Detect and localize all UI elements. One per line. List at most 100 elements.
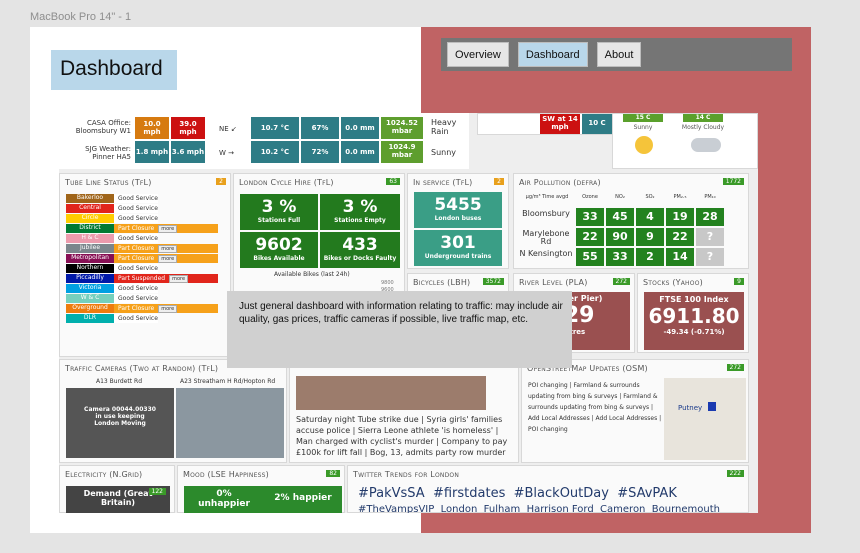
buses: 5455 London buses [414,192,502,228]
air-reading: 9 [636,228,664,246]
nav-dashboard-button[interactable]: Dashboard [517,42,588,67]
tube-line-status-cell: Part Closure more [114,224,218,233]
forecast-temp-1: 15 C [623,114,663,122]
tube-line-name: W & C [66,294,114,303]
weather-place-1: CASA Office: Bloomsbury W1 [75,119,131,135]
tag-7[interactable]: Fulham [484,504,521,513]
annotation-note: Just general dashboard with information … [227,291,572,368]
wind-panel: SW at 14 mph 10 C [477,113,612,135]
service-title: In service (TfL) [413,178,473,187]
map-marker-icon [708,402,716,411]
tube-line-status-cell: Good Service [114,294,158,303]
cam-1-image: Camera 00044.00330 in use keeping London… [66,388,174,458]
humidity-1: 67% [301,117,339,139]
air-reading: 22 [576,228,604,246]
pressure-1: 1024.52 mbar [381,117,423,139]
stocks-name: FTSE 100 Index [659,295,729,304]
stocks-change: -49.34 (-0.71%) [663,328,725,336]
osm-badge: 272 [726,364,744,371]
tube-line-status: Part Closure [118,225,155,232]
tube-line-status-cell: Good Service [114,234,158,243]
air-station: N Kensington [519,249,573,258]
tube-line-name: Piccadilly [66,274,114,283]
stations-empty-value: 3 % [342,197,378,217]
stocks-value: 6911.80 [648,304,740,328]
cam-2-label: A23 Streatham H Rd/Hopton Rd [180,378,276,385]
stations-full-value: 3 % [261,197,297,217]
more-button[interactable]: more [169,274,189,283]
more-button[interactable]: more [158,244,178,253]
rain-1: 0.0 mm [341,117,379,139]
cam-1-label: A13 Burdett Rd [96,378,143,385]
air-pollution-panel: Air Pollution (defra) 1772 µg/m³ Time av… [513,173,749,269]
weather-desc-1: Heavy Rain [431,118,457,136]
pressure-2: 1024.9 mbar [381,141,423,163]
page-title: Dashboard [51,50,177,90]
tube-line-row: Piccadilly Part Suspended more [66,274,221,283]
tag-3[interactable]: #BlackOutDay [514,486,609,501]
osm-updates: POI changing | Farmland & surrounds upda… [528,382,662,433]
twitter-badge: 222 [726,470,744,477]
osm-map[interactable]: Putney [664,378,746,460]
tag-2[interactable]: #firstdates [433,486,505,501]
more-button[interactable]: more [158,304,178,313]
tag-5[interactable]: #TheVampsVIP [358,504,434,513]
more-button[interactable]: more [158,254,178,263]
air-station: Bloomsbury [522,209,570,218]
air-reading: 19 [666,208,694,226]
news-images [296,376,486,410]
wind-dir-2: W → [219,149,235,157]
electricity-panel: Electricity (N.Grid) Demand (Great Brita… [59,465,175,513]
air-reading: 45 [606,208,634,226]
tag-4[interactable]: #SAvPAK [617,486,677,501]
tube-line-row: Northern Good Service [66,264,221,273]
tube-line-row: Victoria Good Service [66,284,221,293]
tube-line-status: Part Closure [118,245,155,252]
humidity-2: 72% [301,141,339,163]
tube-line-name: Circle [66,214,114,223]
bikes-faulty-label: Bikes or Docks Faulty [323,255,397,262]
tube-line-name: Northern [66,264,114,273]
air-reading: 33 [576,208,604,226]
tube-line-status: Part Suspended [118,275,166,282]
wind-gust-1: 39.0 mph [171,117,205,139]
map-place: Putney [678,404,703,412]
air-col-header: SO₂ [645,194,655,200]
tag-8[interactable]: Harrison Ford [527,504,594,513]
bicycles-badge: 3572 [482,278,504,285]
tube-line-status-cell: Good Service [114,284,158,293]
in-service-panel: In service (TfL) 2 5455 London buses 301 U… [407,173,509,269]
tube-line-name: District [66,224,114,233]
tag-1[interactable]: #PakVsSA [358,486,425,501]
tag-9[interactable]: Cameron [600,504,645,513]
nav-about-button[interactable]: About [596,42,642,67]
air-col-header: NO₂ [615,194,625,200]
tube-line-row: Overground Part Closure more [66,304,221,313]
tube-line-row: Circle Good Service [66,214,221,223]
bikes-available: 9602 Bikes Available [240,232,318,268]
tube-line-status: Good Service [118,265,158,272]
air-reading: 22 [666,228,694,246]
more-button[interactable]: more [158,224,178,233]
mood-unhappier: 0% unhappier [184,486,264,513]
tag-10[interactable]: Bournemouth [652,504,720,513]
tube-line-row: Metropolitan Part Closure more [66,254,221,263]
tube-line-status: Good Service [118,235,158,242]
wind-speed-2: 1.8 mph [135,141,169,163]
tube-title: Tube Line Status (TfL) [65,178,152,187]
stations-empty-label: Stations Empty [334,217,386,224]
cloud-icon [691,138,721,152]
tube-line-row: DLR Good Service [66,314,221,323]
cycle-chart-label: Available Bikes (last 24h) [274,271,350,278]
twitter-tags-2: #TheVampsVIP London Fulham Harrison Ford… [358,504,720,513]
tube-line-name: Victoria [66,284,114,293]
tube-line-row: H & C Good Service [66,234,221,243]
nav-overview-button[interactable]: Overview [447,42,509,67]
temp-1: 10.7 °C [251,117,299,139]
tag-6[interactable]: London [441,504,478,513]
tube-line-status-cell: Good Service [114,204,158,213]
stocks-panel: Stocks (Yahoo) 9 FTSE 100 Index 6911.80 … [637,273,749,353]
tube-line-name: Jubilee [66,244,114,253]
bikes-faulty: 433 Bikes or Docks Faulty [320,232,400,268]
tube-line-name: Central [66,204,114,213]
